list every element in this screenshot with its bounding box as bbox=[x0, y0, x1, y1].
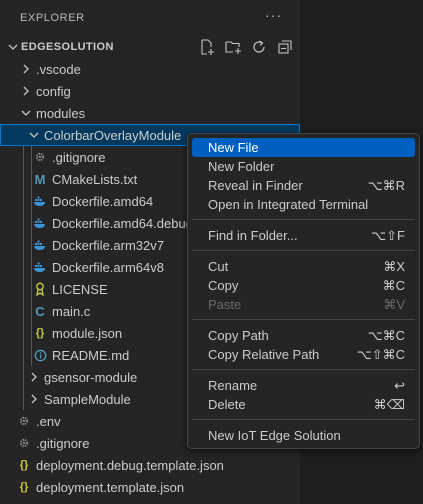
menu-item-shortcut: ⌥⇧⌘C bbox=[356, 347, 405, 362]
docker-icon bbox=[32, 193, 48, 209]
menu-item-label: Paste bbox=[208, 297, 242, 312]
menu-item-shortcut: ⌥⌘C bbox=[367, 328, 405, 343]
gear-file-icon bbox=[16, 413, 32, 429]
menu-item-shortcut: ⌘⌫ bbox=[373, 397, 405, 412]
section-actions bbox=[190, 36, 300, 58]
workspace-section-header[interactable]: EDGESOLUTION bbox=[0, 36, 300, 58]
tree-item-label: .gitignore bbox=[52, 150, 106, 165]
tree-item-label: SampleModule bbox=[44, 392, 131, 407]
menu-item-label: Copy Path bbox=[208, 328, 269, 343]
tree-item-label: LICENSE bbox=[52, 282, 108, 297]
menu-separator bbox=[192, 250, 415, 251]
tree-item-label: .gitignore bbox=[36, 436, 90, 451]
menu-item-label: Reveal in Finder bbox=[208, 178, 303, 193]
chevron-down-icon bbox=[18, 105, 34, 121]
menu-item-rename[interactable]: Rename ↩ bbox=[192, 376, 415, 395]
c-file-icon: C bbox=[35, 303, 45, 319]
menu-item-label: Copy bbox=[208, 278, 239, 293]
tree-item-label: config bbox=[36, 84, 71, 99]
tree-item-label: module.json bbox=[52, 326, 123, 341]
tree-item-label: Dockerfile.arm64v8 bbox=[52, 260, 164, 275]
chevron-down-icon bbox=[6, 38, 20, 59]
chevron-down-icon bbox=[26, 127, 42, 143]
menu-item-find-in-folder[interactable]: Find in Folder... ⌥⇧F bbox=[192, 226, 415, 245]
menu-item-new-iot-edge-solution[interactable]: New IoT Edge Solution bbox=[192, 426, 415, 445]
chevron-right-icon bbox=[26, 369, 42, 385]
cmake-icon: M bbox=[34, 171, 46, 187]
menu-item-copy[interactable]: Copy ⌘C bbox=[192, 276, 415, 295]
menu-item-open-in-terminal[interactable]: Open in Integrated Terminal bbox=[192, 195, 415, 214]
tree-item-label: deployment.debug.template.json bbox=[36, 458, 224, 473]
explorer-header: EXPLORER ··· bbox=[0, 0, 300, 36]
menu-item-label: Delete bbox=[208, 397, 246, 412]
tree-item-label: CMakeLists.txt bbox=[52, 172, 138, 187]
menu-separator bbox=[192, 219, 415, 220]
tree-item-label: modules bbox=[36, 106, 86, 121]
tree-item-modules[interactable]: modules bbox=[0, 102, 300, 124]
menu-item-copy-path[interactable]: Copy Path ⌥⌘C bbox=[192, 326, 415, 345]
menu-item-paste: Paste ⌘V bbox=[192, 295, 415, 314]
chevron-right-icon bbox=[26, 391, 42, 407]
menu-separator bbox=[192, 419, 415, 420]
menu-item-shortcut: ↩ bbox=[394, 378, 405, 393]
tree-item-deployment-template[interactable]: {} deployment.template.json bbox=[0, 476, 300, 498]
docker-icon bbox=[32, 237, 48, 253]
context-menu: New File New Folder Reveal in Finder ⌥⌘R… bbox=[187, 133, 420, 449]
menu-item-shortcut: ⌘V bbox=[383, 297, 405, 312]
menu-item-label: New Folder bbox=[208, 159, 275, 174]
new-file-icon[interactable] bbox=[198, 38, 216, 56]
chevron-right-icon bbox=[18, 61, 34, 77]
explorer-title: EXPLORER bbox=[20, 12, 85, 24]
tree-item-label: Dockerfile.arm32v7 bbox=[52, 238, 164, 253]
menu-separator bbox=[192, 319, 415, 320]
workspace-title: EDGESOLUTION bbox=[21, 41, 114, 53]
license-icon bbox=[32, 281, 48, 297]
menu-item-label: Rename bbox=[208, 378, 258, 393]
menu-item-new-folder[interactable]: New Folder bbox=[192, 157, 415, 176]
tree-item-label: Dockerfile.amd64.debug bbox=[52, 216, 193, 231]
menu-item-label: New IoT Edge Solution bbox=[208, 428, 341, 443]
menu-item-label: Cut bbox=[208, 259, 229, 274]
menu-item-label: Copy Relative Path bbox=[208, 347, 320, 362]
gear-file-icon bbox=[16, 435, 32, 451]
docker-icon bbox=[32, 215, 48, 231]
tree-item-label: Dockerfile.amd64 bbox=[52, 194, 154, 209]
menu-item-copy-relative-path[interactable]: Copy Relative Path ⌥⇧⌘C bbox=[192, 345, 415, 364]
tree-item-label: .vscode bbox=[36, 62, 81, 77]
tree-item-label: gsensor-module bbox=[44, 370, 138, 385]
menu-item-label: Find in Folder... bbox=[208, 228, 298, 243]
menu-item-shortcut: ⌘C bbox=[382, 278, 405, 293]
new-folder-icon[interactable] bbox=[224, 38, 242, 56]
tree-item-deployment-debug-template[interactable]: {} deployment.debug.template.json bbox=[0, 454, 300, 476]
chevron-right-icon bbox=[18, 83, 34, 99]
gear-file-icon bbox=[32, 149, 48, 165]
tree-item-label: README.md bbox=[52, 348, 130, 363]
menu-item-label: Open in Integrated Terminal bbox=[208, 197, 369, 212]
menu-separator bbox=[192, 369, 415, 370]
tree-item-label: deployment.template.json bbox=[36, 480, 185, 495]
info-icon bbox=[32, 347, 48, 363]
json-icon: {} bbox=[19, 459, 29, 471]
tree-item-label: main.c bbox=[52, 304, 91, 319]
menu-item-label: New File bbox=[208, 140, 259, 155]
menu-item-shortcut: ⌥⌘R bbox=[367, 178, 405, 193]
docker-icon bbox=[32, 259, 48, 275]
refresh-icon[interactable] bbox=[250, 38, 268, 56]
json-icon: {} bbox=[35, 327, 45, 339]
menu-item-delete[interactable]: Delete ⌘⌫ bbox=[192, 395, 415, 414]
tree-item-label: ColorbarOverlayModule bbox=[44, 128, 182, 143]
menu-item-reveal-in-finder[interactable]: Reveal in Finder ⌥⌘R bbox=[192, 176, 415, 195]
tree-item-label: .env bbox=[36, 414, 61, 429]
more-actions-icon[interactable]: ··· bbox=[265, 7, 282, 23]
menu-item-new-file[interactable]: New File bbox=[192, 138, 415, 157]
tree-item-config[interactable]: config bbox=[0, 80, 300, 102]
collapse-all-icon[interactable] bbox=[276, 38, 294, 56]
json-icon: {} bbox=[19, 481, 29, 493]
menu-item-cut[interactable]: Cut ⌘X bbox=[192, 257, 415, 276]
menu-item-shortcut: ⌘X bbox=[383, 259, 405, 274]
menu-item-shortcut: ⌥⇧F bbox=[371, 228, 405, 243]
tree-item-vscode[interactable]: .vscode bbox=[0, 58, 300, 80]
